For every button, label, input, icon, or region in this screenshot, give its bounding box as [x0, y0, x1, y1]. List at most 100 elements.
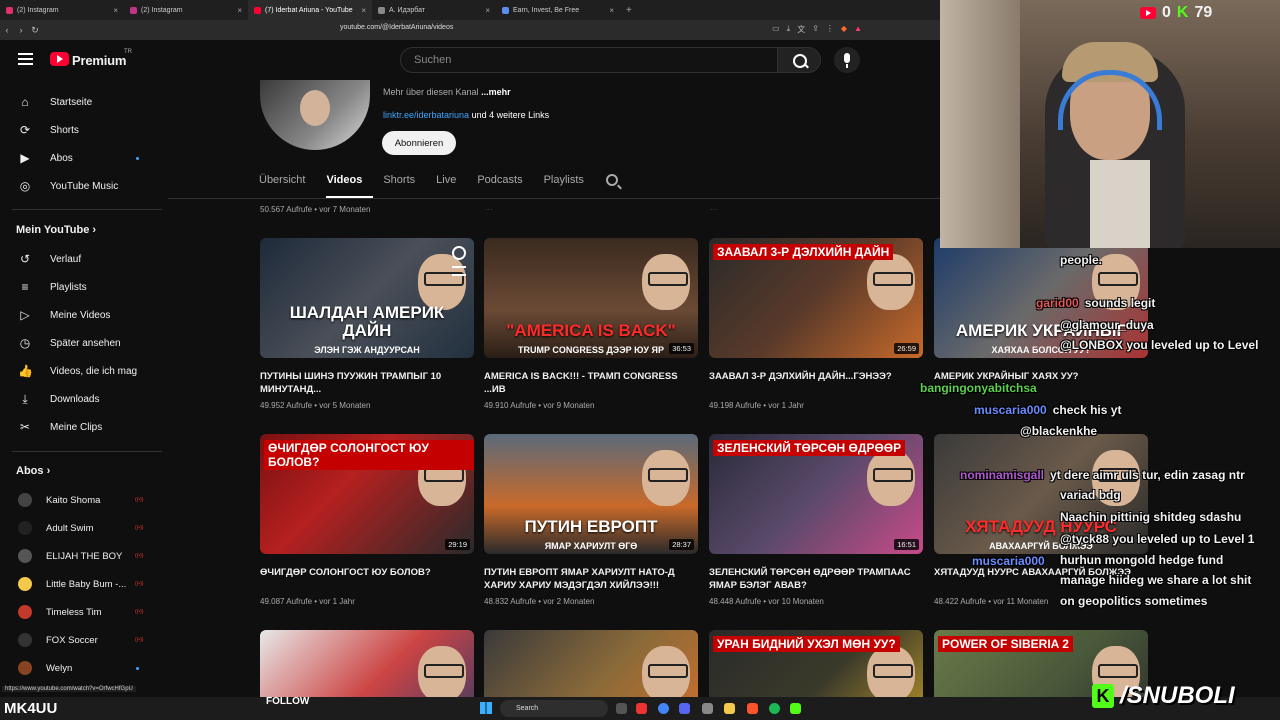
video-thumbnail[interactable]: "AMERICA IS BACK" TRUMP CONGRESS ДЭЭР ЮУ …	[484, 238, 698, 358]
channel-tab[interactable]: Playlists	[544, 168, 595, 198]
channel-avatar[interactable]	[260, 80, 370, 150]
browser-tab[interactable]: (7) Iderbat Ariuna - YouTube ×	[248, 0, 372, 20]
section-heading-you[interactable]: Mein YouTube ›	[16, 224, 96, 236]
video-card[interactable]: ЗААВАЛ 3-Р ДЭЛХИЙН ДАЙН 26:59 ЗААВАЛ 3-Р Д…	[709, 238, 923, 410]
sidebar-item[interactable]: ✂ Meine Clips	[0, 415, 165, 439]
sidebar-item[interactable]: ⟳ Shorts	[0, 118, 165, 142]
sidebar-item[interactable]: ≡ Playlists	[0, 275, 165, 299]
sidebar-item[interactable]: ↺ Verlauf	[0, 247, 165, 271]
app-icon[interactable]	[790, 703, 801, 714]
opera-icon[interactable]	[636, 703, 647, 714]
video-title[interactable]: ХЯТАДУУД НУУРС АВАХААРГҮЙ БОЛЖЭЭ	[934, 566, 1148, 592]
video-title[interactable]: AMERICA IS BACK!!! - ТРАМП CONGRESS ...И…	[484, 370, 698, 396]
video-card[interactable]: АМЕРИК УКРАЙНЫГ ХАЯХАА БОЛСОН УУ? АМЕРИК У…	[934, 238, 1148, 396]
brand-name[interactable]: Premium	[72, 53, 126, 68]
browser-tab[interactable]: (2) Instagram ×	[124, 0, 248, 20]
video-title[interactable]: ПУТИНЫ ШИНЭ ПУУЖИН ТРАМПЫГ 10 МИНУТАНД..…	[260, 370, 474, 396]
video-thumbnail[interactable]: ШАЛДАН АМЕРИК ДАЙН ЭЛЭН ГЭЖ АНДУУРСАН	[260, 238, 474, 358]
channel-tab[interactable]: Shorts	[383, 168, 426, 198]
sidebar-item[interactable]: FOX Soccer ((•))	[0, 628, 165, 652]
browser-tab[interactable]: Earn, Invest, Be Free ×	[496, 0, 620, 20]
tab-close-icon[interactable]: ×	[113, 6, 118, 15]
sidebar-item[interactable]: ▷ Meine Videos	[0, 303, 165, 327]
video-thumbnail[interactable]: ПУТИН ЕВРОПТ ЯМАР ХАРИУЛТ ӨГӨ 28:37	[484, 434, 698, 554]
thumbnail-caption: "AMERICA IS BACK"	[506, 321, 676, 340]
settings-icon[interactable]	[702, 703, 713, 714]
channel-tab[interactable]: Übersicht	[259, 168, 316, 198]
sidebar-item[interactable]: ⤓ Downloads	[0, 387, 165, 411]
channel-about[interactable]: Mehr über diesen Kanal ...mehr	[383, 87, 511, 97]
translate-icon[interactable]: 文	[797, 24, 805, 35]
share-icon[interactable]: ⇪	[812, 24, 819, 35]
menu-icon[interactable]	[18, 53, 33, 65]
screen-icon[interactable]: ▭	[772, 24, 780, 35]
sidebar-item[interactable]: ⌂ Startseite	[0, 90, 165, 114]
video-title[interactable]: ӨЧИГДӨР СОЛОНГОСТ ЮУ БОЛОВ?	[260, 566, 474, 592]
url-text[interactable]: youtube.com/@IderbatAriuna/videos	[340, 24, 453, 31]
voice-search-icon[interactable]	[834, 47, 860, 73]
back-icon[interactable]: ‹	[0, 25, 14, 35]
video-title[interactable]: ПУТИН ЕВРОПТ ЯМАР ХАРИУЛТ НАТО-Д ХАРИУ Х…	[484, 566, 698, 592]
sidebar-item[interactable]: ▶ Abos	[0, 146, 165, 170]
channel-tab[interactable]: Podcasts	[477, 168, 533, 198]
spotify-icon[interactable]	[769, 703, 780, 714]
brave-rewards-icon[interactable]: ▲	[854, 24, 862, 35]
video-card[interactable]: ӨЧИГДӨР СОЛОНГОСТ ЮУ БОЛОВ? 29:19 ӨЧИГДӨР …	[260, 434, 474, 606]
video-title[interactable]: АМЕРИК УКРАЙНЫГ ХАЯХ УУ?	[934, 370, 1148, 396]
taskview-icon[interactable]	[616, 703, 627, 714]
sidebar-item[interactable]: Welyn	[0, 656, 165, 680]
section-heading-subscriptions[interactable]: Abos ›	[16, 465, 50, 477]
video-card[interactable]: ЗЕЛЕНСКИЙ ТӨРСӨН ӨДРӨӨР 16:51 ЗЕЛЕНСКИЙ ТӨ…	[709, 434, 923, 606]
sidebar-item[interactable]: Little Baby Bum -... ((•))	[0, 572, 165, 596]
channel-tab[interactable]: Live	[436, 168, 467, 198]
video-thumbnail[interactable]: ХЯТАДУУД НУУРС АВАХААРГҮЙ БОЛЖЭЭ	[934, 434, 1148, 554]
brave-icon[interactable]	[747, 703, 758, 714]
more-links-text[interactable]: und 4 weitere Links	[472, 110, 550, 120]
new-tab-icon[interactable]: +	[620, 5, 638, 16]
youtube-masthead: Premium TR Suchen	[0, 40, 940, 80]
search-input[interactable]: Suchen	[400, 47, 778, 73]
video-card[interactable]: ХЯТАДУУД НУУРС АВАХААРГҮЙ БОЛЖЭЭ ХЯТАДУУД …	[934, 434, 1148, 606]
sidebar-item[interactable]: Timeless Tim ((•))	[0, 600, 165, 624]
forward-icon[interactable]: ›	[14, 25, 28, 35]
windows-start-icon[interactable]	[480, 702, 492, 714]
subscribe-button[interactable]: Abonnieren	[382, 131, 456, 155]
sidebar-item[interactable]: 👍 Videos, die ich mag	[0, 359, 165, 383]
linktree-link[interactable]: linktr.ee/iderbatariuna	[383, 110, 469, 120]
explorer-icon[interactable]	[724, 703, 735, 714]
video-card[interactable]: ШАЛДАН АМЕРИК ДАЙН ЭЛЭН ГЭЖ АНДУУРСАН ПУТИ…	[260, 238, 474, 410]
menu-dots-icon[interactable]: ⋮	[826, 24, 834, 35]
watch-later-icon[interactable]	[452, 246, 466, 260]
video-title[interactable]: ЗААВАЛ 3-Р ДЭЛХИЙН ДАЙН...ГЭНЭЭ?	[709, 370, 923, 396]
chrome-icon[interactable]	[658, 703, 669, 714]
video-thumbnail[interactable]: ЗААВАЛ 3-Р ДЭЛХИЙН ДАЙН 26:59	[709, 238, 923, 358]
brave-shield-icon[interactable]: ◆	[841, 24, 847, 35]
video-thumbnail[interactable]: ӨЧИГДӨР СОЛОНГОСТ ЮУ БОЛОВ? 29:19	[260, 434, 474, 554]
tab-close-icon[interactable]: ×	[485, 6, 490, 15]
search-button[interactable]	[777, 47, 821, 73]
browser-tab[interactable]: (2) Instagram ×	[0, 0, 124, 20]
video-card[interactable]: "AMERICA IS BACK" TRUMP CONGRESS ДЭЭР ЮУ …	[484, 238, 698, 410]
sidebar-item[interactable]: ◷ Später ansehen	[0, 331, 165, 355]
sidebar-item[interactable]: Adult Swim ((•))	[0, 516, 165, 540]
video-card[interactable]: ПУТИН ЕВРОПТ ЯМАР ХАРИУЛТ ӨГӨ 28:37 ПУТИН Е…	[484, 434, 698, 606]
reload-icon[interactable]: ↻	[28, 25, 42, 36]
tab-close-icon[interactable]: ×	[609, 6, 614, 15]
video-thumbnail[interactable]: АМЕРИК УКРАЙНЫГ ХАЯХАА БОЛСОН УУ?	[934, 238, 1148, 358]
channel-search-icon[interactable]	[606, 174, 618, 186]
tab-close-icon[interactable]: ×	[237, 6, 242, 15]
add-to-queue-icon[interactable]	[452, 266, 466, 276]
about-more-link[interactable]: ...mehr	[481, 87, 511, 97]
discord-icon[interactable]	[679, 703, 690, 714]
tab-close-icon[interactable]: ×	[361, 6, 366, 15]
video-title[interactable]: ЗЕЛЕНСКИЙ ТӨРСӨН ӨДРӨӨР ТРАМПААС ЯМАР БЭ…	[709, 566, 923, 592]
download-icon[interactable]: ⤓	[787, 24, 791, 35]
channel-tab[interactable]: Videos	[326, 168, 374, 198]
sidebar-item[interactable]: ELIJAH THE BOY ((•))	[0, 544, 165, 568]
taskbar-search[interactable]: Search	[500, 700, 608, 717]
youtube-logo-icon[interactable]	[50, 52, 69, 66]
video-thumbnail[interactable]: ЗЕЛЕНСКИЙ ТӨРСӨН ӨДРӨӨР 16:51	[709, 434, 923, 554]
browser-tab[interactable]: A. Идэрбат ×	[372, 0, 496, 20]
sidebar-item[interactable]: Kaito Shoma ((•))	[0, 488, 165, 512]
sidebar-item[interactable]: ◎ YouTube Music	[0, 174, 165, 198]
